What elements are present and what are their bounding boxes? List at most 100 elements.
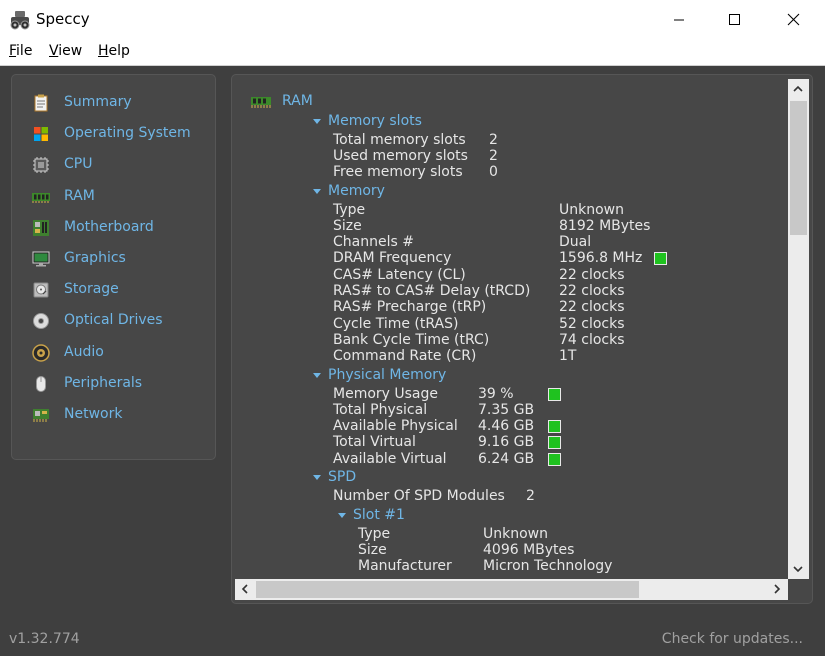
sidebar-item-label: RAM: [64, 188, 95, 204]
speccy-window: Speccy File View Help Summary Operating …: [0, 0, 825, 656]
row-value: 6.24 GB: [478, 451, 535, 467]
row-value: 9.16 GB: [478, 434, 535, 450]
section-spd[interactable]: SPD: [328, 469, 356, 486]
row-value: 4096 MBytes: [483, 542, 575, 558]
row-value: 4.46 GB: [478, 418, 535, 434]
sidebar-item-label: Optical Drives: [64, 312, 163, 328]
row-value: 7.35 GB: [478, 402, 535, 418]
row-label: Channels #: [333, 234, 414, 250]
horizontal-scroll-thumb[interactable]: [256, 581, 639, 598]
menu-help-mnemonic: H: [98, 43, 109, 59]
sidebar-item-label: Summary: [64, 94, 132, 110]
sidebar-item-label: Storage: [64, 281, 119, 297]
collapse-arrow-icon[interactable]: [313, 189, 321, 194]
row-label: Bank Cycle Time (tRC): [333, 332, 490, 348]
row-value: 22 clocks: [559, 267, 625, 283]
sidebar-item-peripherals[interactable]: Peripherals: [12, 370, 215, 398]
status-bar: v1.32.774 Check for updates...: [0, 622, 825, 656]
minimize-button[interactable]: [651, 0, 707, 40]
scroll-up-icon[interactable]: [789, 80, 807, 98]
collapse-arrow-icon[interactable]: [338, 513, 346, 518]
section-physical-memory[interactable]: Physical Memory: [328, 367, 446, 384]
sidebar-item-storage[interactable]: Storage: [12, 276, 215, 304]
collapse-arrow-icon[interactable]: [313, 373, 321, 378]
sidebar-item-audio[interactable]: Audio: [12, 339, 215, 367]
row-value: 0: [489, 164, 498, 180]
scroll-right-icon[interactable]: [768, 580, 786, 598]
title-bar: Speccy: [0, 0, 825, 40]
scrollbar-corner: [788, 579, 809, 600]
menu-bar: File View Help: [0, 40, 825, 66]
sidebar-item-operating-system[interactable]: Operating System: [12, 120, 215, 148]
row-value: Micron Technology: [483, 558, 613, 574]
maximize-button[interactable]: [707, 0, 763, 40]
sidebar-item-optical-drives[interactable]: Optical Drives: [12, 307, 215, 335]
horizontal-scrollbar[interactable]: [235, 579, 788, 600]
menu-file[interactable]: File: [9, 43, 32, 59]
ram-module-icon: [32, 193, 50, 203]
row-label: Memory Usage: [333, 386, 439, 402]
row-value: 52 clocks: [559, 316, 625, 332]
sidebar-item-graphics[interactable]: Graphics: [12, 245, 215, 273]
sidebar-item-motherboard[interactable]: Motherboard: [12, 214, 215, 242]
row-value: Unknown: [559, 202, 624, 218]
vertical-scroll-thumb[interactable]: [790, 101, 807, 235]
collapse-arrow-icon[interactable]: [313, 475, 321, 480]
scroll-down-icon[interactable]: [789, 560, 807, 578]
row-label: Type: [358, 526, 391, 542]
frequency-graph-icon[interactable]: [654, 252, 667, 265]
sidebar: Summary Operating System CPU RAM Motherb…: [11, 74, 216, 460]
row-value: 2: [526, 488, 535, 504]
menu-file-mnemonic: F: [9, 43, 17, 59]
close-button[interactable]: [765, 0, 821, 40]
row-label: Cycle Time (tRAS): [333, 316, 459, 332]
section-memory[interactable]: Memory: [328, 183, 385, 200]
row-value: Dual: [559, 234, 592, 250]
available-virtual-graph-icon[interactable]: [548, 453, 561, 466]
memory-usage-graph-icon[interactable]: [548, 388, 561, 401]
vertical-scrollbar[interactable]: [788, 79, 809, 579]
window-title: Speccy: [36, 10, 90, 28]
row-value: 2: [489, 148, 498, 164]
scroll-left-icon[interactable]: [236, 580, 254, 598]
total-virtual-graph-icon[interactable]: [548, 436, 561, 449]
sidebar-item-label: Motherboard: [64, 219, 154, 235]
menu-view[interactable]: View: [49, 43, 82, 59]
summary-icon: [34, 94, 48, 112]
menu-help[interactable]: Help: [98, 43, 130, 59]
collapse-arrow-icon[interactable]: [313, 119, 321, 124]
monitor-icon: [32, 251, 50, 267]
row-label: Total Virtual: [333, 434, 416, 450]
sidebar-item-label: Network: [64, 406, 123, 422]
sidebar-item-network[interactable]: Network: [12, 401, 215, 429]
details-panel: RAM Memory slots Total memory slots 2 Us…: [231, 74, 813, 604]
section-slot-1[interactable]: Slot #1: [353, 507, 405, 524]
speccy-icon: [10, 11, 30, 30]
row-label: CAS# Latency (CL): [333, 267, 466, 283]
check-for-updates-link[interactable]: Check for updates...: [662, 631, 803, 647]
section-memory-slots[interactable]: Memory slots: [328, 113, 422, 130]
row-value: 74 clocks: [559, 332, 625, 348]
section-title-ram: RAM: [282, 93, 313, 109]
version-label: v1.32.774: [9, 631, 80, 647]
row-label: RAS# Precharge (tRP): [333, 299, 487, 315]
row-label: Available Virtual: [333, 451, 447, 467]
sidebar-item-cpu[interactable]: CPU: [12, 151, 215, 179]
maximize-icon: [729, 14, 740, 25]
sidebar-item-summary[interactable]: Summary: [12, 89, 215, 117]
ram-module-icon: [251, 97, 271, 108]
row-label: Total memory slots: [333, 132, 466, 148]
sidebar-item-ram[interactable]: RAM: [12, 183, 215, 211]
optical-disc-icon: [33, 313, 49, 329]
row-label: Number Of SPD Modules: [333, 488, 505, 504]
details-content: RAM Memory slots Total memory slots 2 Us…: [232, 75, 788, 579]
row-label: Available Physical: [333, 418, 458, 434]
sidebar-item-label: Peripherals: [64, 375, 143, 391]
row-label: DRAM Frequency: [333, 250, 452, 266]
available-physical-graph-icon[interactable]: [548, 420, 561, 433]
network-card-icon: [33, 409, 49, 422]
cpu-chip-icon: [33, 157, 49, 173]
row-label: Total Physical: [333, 402, 428, 418]
minimize-icon: [674, 19, 684, 21]
close-icon: [787, 13, 800, 26]
